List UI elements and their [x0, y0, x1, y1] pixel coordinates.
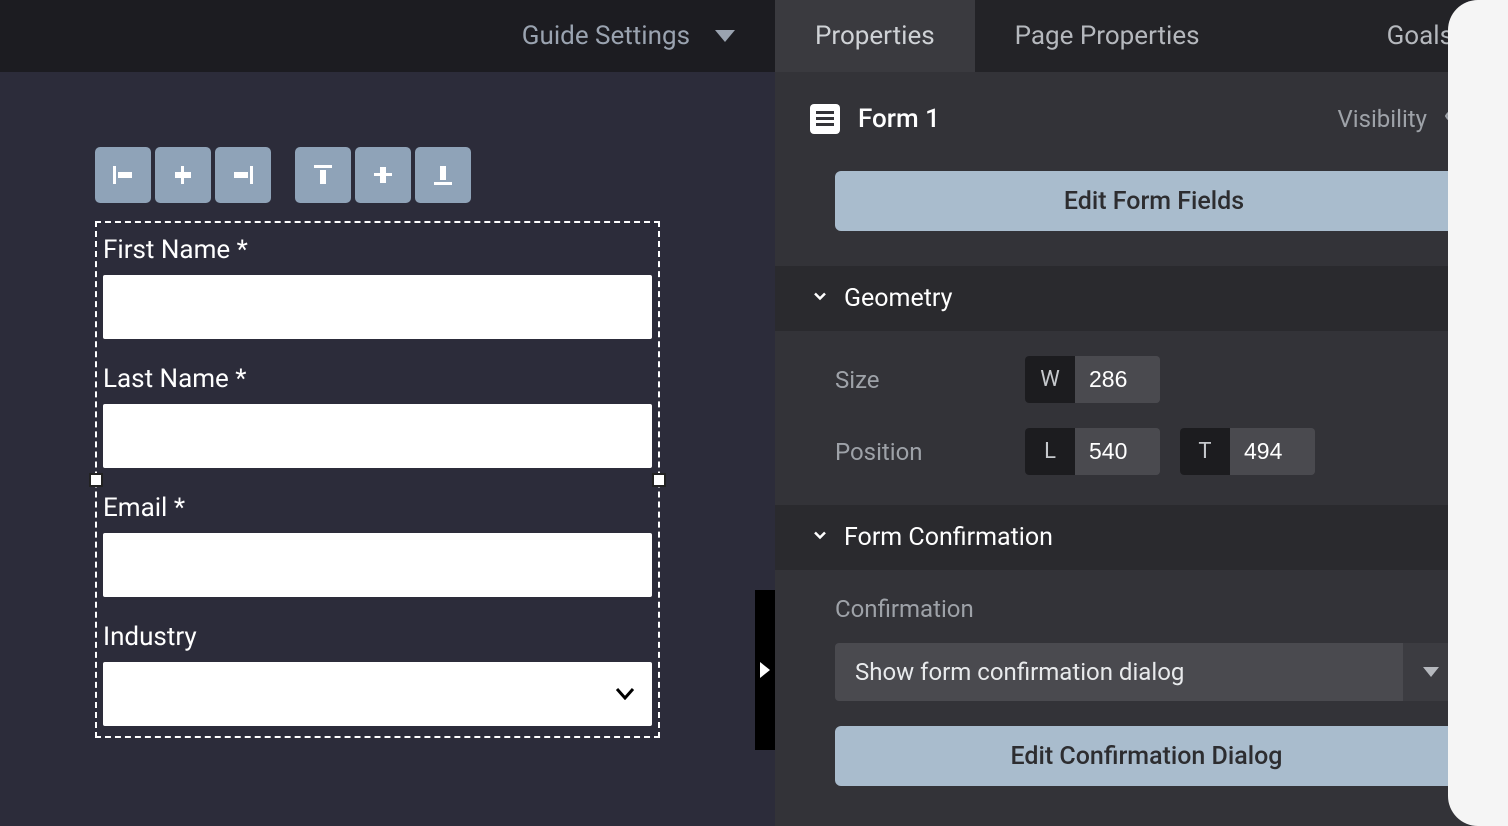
- align-center-horizontal-button[interactable]: [155, 147, 211, 203]
- email-label: Email *: [103, 493, 652, 523]
- guide-settings-label: Guide Settings: [522, 21, 690, 51]
- left-field: L: [1025, 428, 1160, 475]
- last-name-label: Last Name *: [103, 364, 652, 394]
- edit-confirmation-dialog-button[interactable]: Edit Confirmation Dialog: [835, 726, 1458, 786]
- resize-handle-left[interactable]: [89, 473, 103, 487]
- form-selection-box[interactable]: First Name * Last Name * Email * Industr…: [95, 221, 660, 738]
- confirmation-label: Confirmation: [835, 595, 1458, 623]
- chevron-right-icon: [760, 662, 770, 678]
- field-first-name: First Name *: [103, 235, 652, 339]
- left-input[interactable]: [1075, 428, 1160, 475]
- top-header: Guide Settings: [0, 0, 775, 72]
- chevron-down-icon: [810, 523, 830, 552]
- section-geometry-label: Geometry: [844, 284, 952, 313]
- field-industry: Industry: [103, 622, 652, 726]
- align-top-button[interactable]: [295, 147, 351, 203]
- form-icon: [810, 104, 840, 134]
- panel-tabs: Properties Page Properties Goals: [775, 0, 1508, 72]
- first-name-label: First Name *: [103, 235, 652, 265]
- properties-panel: Properties Page Properties Goals Form 1 …: [775, 0, 1508, 826]
- chevron-down-icon: [715, 30, 735, 42]
- tab-page-properties[interactable]: Page Properties: [975, 0, 1240, 72]
- visibility-label: Visibility: [1337, 105, 1427, 133]
- top-input[interactable]: [1230, 428, 1315, 475]
- section-geometry-body: Size W Position L T: [775, 331, 1508, 505]
- align-bottom-button[interactable]: [415, 147, 471, 203]
- width-prefix: W: [1025, 356, 1075, 403]
- section-confirmation-header[interactable]: Form Confirmation: [775, 505, 1508, 570]
- alignment-toolbar: [95, 147, 775, 203]
- editor-canvas: First Name * Last Name * Email * Industr…: [0, 72, 775, 826]
- first-name-input[interactable]: [103, 275, 652, 339]
- confirmation-selected: Show form confirmation dialog: [835, 658, 1403, 686]
- industry-label: Industry: [103, 622, 652, 652]
- width-input[interactable]: [1075, 356, 1160, 403]
- chevron-down-icon: [810, 284, 830, 313]
- section-confirmation-label: Form Confirmation: [844, 523, 1053, 552]
- element-title: Form 1: [858, 104, 940, 134]
- tab-properties[interactable]: Properties: [775, 0, 975, 72]
- field-email: Email *: [103, 493, 652, 597]
- industry-select[interactable]: [103, 662, 652, 726]
- field-last-name: Last Name *: [103, 364, 652, 468]
- section-geometry-header[interactable]: Geometry: [775, 266, 1508, 331]
- section-confirmation-body: Confirmation Show form confirmation dial…: [775, 570, 1508, 816]
- top-field: T: [1180, 428, 1315, 475]
- right-edge-decor: [1448, 0, 1508, 826]
- position-label: Position: [835, 438, 1025, 466]
- last-name-input[interactable]: [103, 404, 652, 468]
- align-left-button[interactable]: [95, 147, 151, 203]
- width-field: W: [1025, 356, 1160, 403]
- edit-form-fields-button[interactable]: Edit Form Fields: [835, 171, 1473, 231]
- top-prefix: T: [1180, 428, 1230, 475]
- guide-settings-dropdown[interactable]: Guide Settings: [522, 21, 735, 51]
- collapse-panel-button[interactable]: [755, 590, 775, 750]
- confirmation-dropdown[interactable]: Show form confirmation dialog: [835, 643, 1458, 701]
- resize-handle-right[interactable]: [652, 473, 666, 487]
- align-center-vertical-button[interactable]: [355, 147, 411, 203]
- left-prefix: L: [1025, 428, 1075, 475]
- size-label: Size: [835, 366, 1025, 394]
- align-right-button[interactable]: [215, 147, 271, 203]
- email-input[interactable]: [103, 533, 652, 597]
